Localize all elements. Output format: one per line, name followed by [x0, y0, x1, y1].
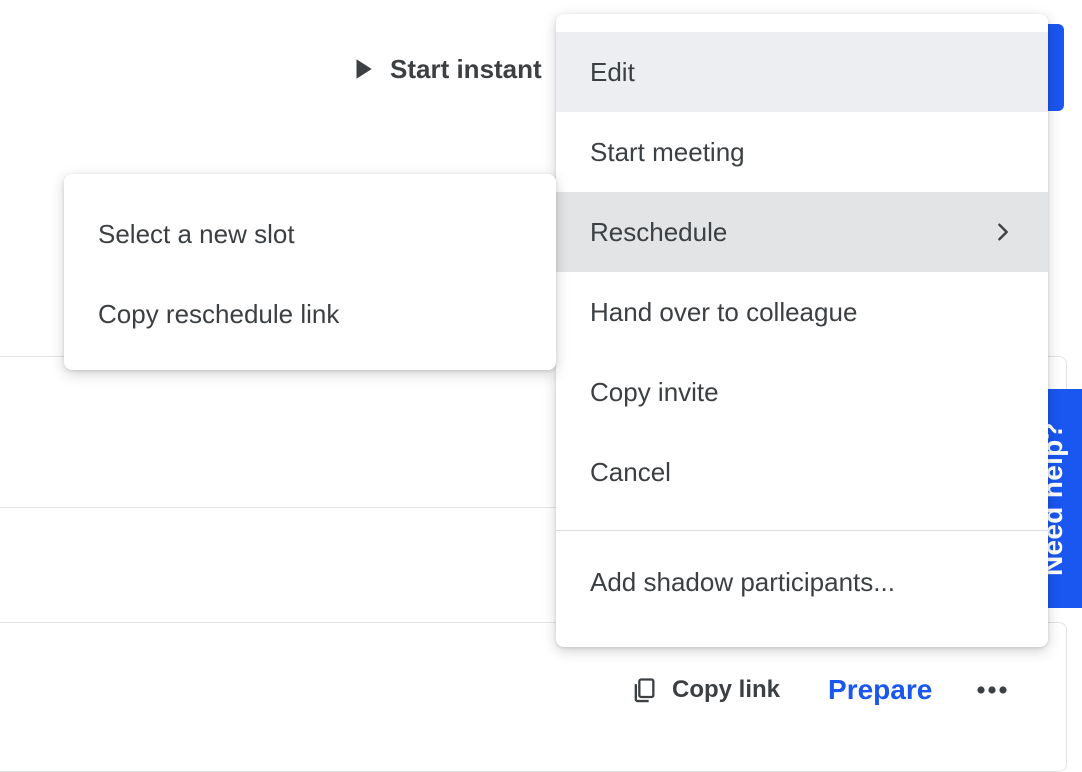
play-icon — [356, 59, 372, 79]
menu-item-hand-over[interactable]: Hand over to colleague — [556, 272, 1048, 352]
submenu-item-label: Select a new slot — [98, 218, 295, 249]
menu-item-label: Reschedule — [590, 216, 728, 247]
start-instant-label: Start instant — [390, 53, 542, 84]
menu-item-label: Copy invite — [590, 376, 719, 407]
meeting-actions-menu: Edit Start meeting Reschedule Hand over … — [556, 14, 1048, 647]
menu-item-cancel[interactable]: Cancel — [556, 432, 1048, 512]
menu-item-label: Hand over to colleague — [590, 296, 858, 327]
menu-item-label: Edit — [590, 56, 635, 87]
menu-item-copy-invite[interactable]: Copy invite — [556, 352, 1048, 432]
submenu-item-copy-reschedule-link[interactable]: Copy reschedule link — [64, 274, 556, 354]
submenu-item-select-new-slot[interactable]: Select a new slot — [64, 194, 556, 274]
reschedule-submenu: Select a new slot Copy reschedule link — [64, 174, 556, 370]
copy-link-label: Copy link — [672, 676, 781, 703]
more-horizontal-icon[interactable] — [974, 675, 1010, 705]
menu-item-label: Add shadow participants... — [590, 566, 895, 597]
menu-item-start-meeting[interactable]: Start meeting — [556, 112, 1048, 192]
copy-link-button[interactable]: Copy link — [630, 676, 780, 704]
menu-item-label: Start meeting — [590, 136, 745, 167]
menu-item-reschedule[interactable]: Reschedule — [556, 192, 1048, 272]
menu-divider — [556, 530, 1048, 531]
submenu-item-label: Copy reschedule link — [98, 298, 340, 329]
prepare-button[interactable]: Prepare — [828, 674, 932, 706]
copy-icon — [634, 678, 655, 703]
menu-item-edit[interactable]: Edit — [556, 32, 1048, 112]
menu-item-label: Cancel — [590, 456, 671, 487]
start-instant-button[interactable]: Start instant — [350, 50, 542, 88]
chevron-right-icon — [998, 223, 1008, 241]
card-actions: Copy link Prepare — [630, 664, 1010, 716]
menu-item-add-shadow-participants[interactable]: Add shadow participants... — [556, 551, 1048, 613]
